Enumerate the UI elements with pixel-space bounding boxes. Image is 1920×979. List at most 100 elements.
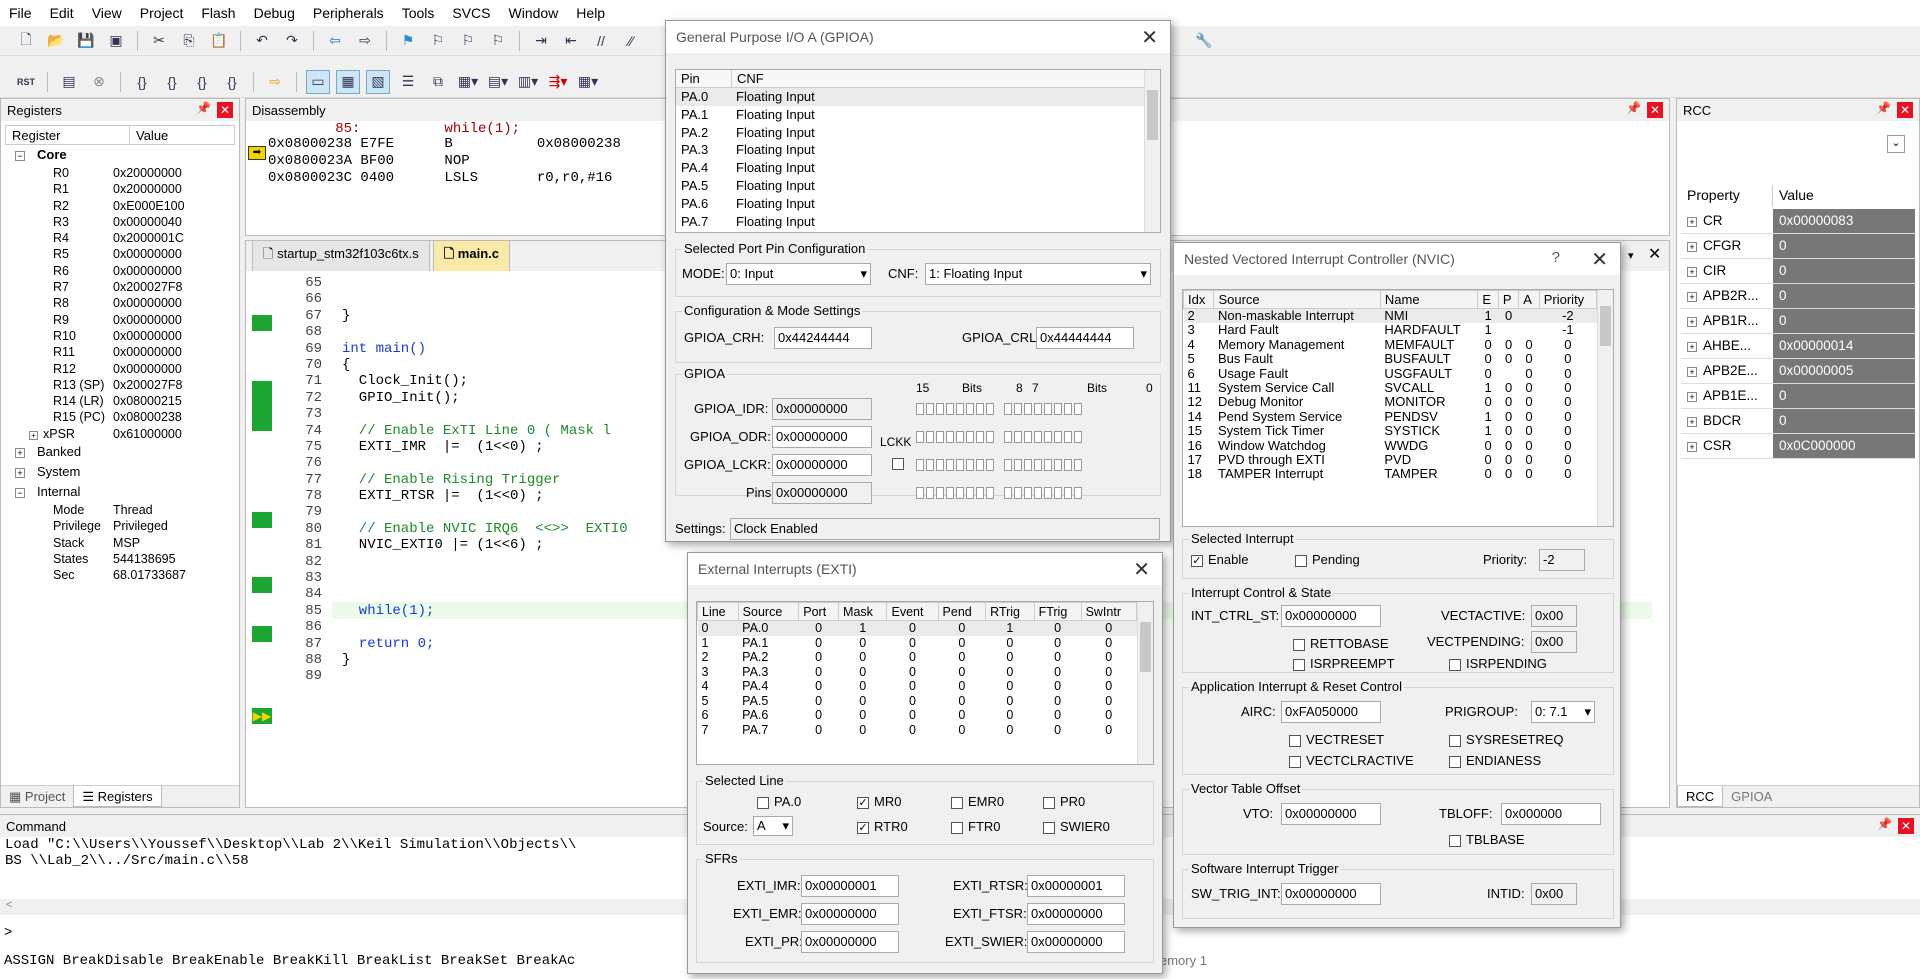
exti-row[interactable]: 5 PA.5 0 0 0 0 0 0 0 [698,694,1137,709]
vectclractive-checkbox[interactable]: VECTCLRACTIVE [1289,753,1414,768]
bookmark-icon[interactable]: ⚑ [396,29,420,53]
indent-icon[interactable]: ⇥ [529,29,553,53]
code-line[interactable]: // Enable Rising Trigger [342,472,1652,488]
settings-wrench-icon[interactable]: 🔧 [1192,29,1216,53]
register-row[interactable]: R12 0x00000000 [7,361,239,377]
register-row[interactable]: R8 0x00000000 [7,295,239,311]
comment-icon[interactable]: // [589,29,613,53]
menu-item[interactable]: Peripherals [304,5,393,21]
gpio-pin-row[interactable]: PA.2 Floating Input [676,124,1160,142]
gpio-pin-row[interactable]: PA.3 Floating Input [676,141,1160,159]
serial-window-icon[interactable]: ▥▾ [516,70,540,94]
close-icon[interactable]: ✕ [1647,102,1663,118]
exti-row[interactable]: 7 PA.7 0 0 0 0 0 0 0 [698,723,1137,738]
code-line[interactable]: int main() [342,341,1652,357]
code-line[interactable] [342,291,1652,307]
expand-icon[interactable]: + [1687,392,1697,402]
new-file-icon[interactable]: 🗋 [14,29,38,53]
gpio-pin-row[interactable]: PA.6 Floating Input [676,195,1160,213]
emr0-checkbox[interactable]: EMR0 [951,794,1004,809]
code-line[interactable]: while(1); [342,603,1652,619]
close-icon[interactable]: ✕ [1898,818,1914,834]
pin-icon[interactable]: 📌 [1876,101,1891,115]
nav-back-icon[interactable]: ⇦ [323,29,347,53]
command-prompt[interactable]: > [4,925,12,941]
show-next-statement-icon[interactable]: ⇨ [263,70,287,94]
expand-icon[interactable]: + [1687,417,1697,427]
expand-icon[interactable]: + [1687,442,1697,452]
reset-icon[interactable]: RST [14,70,38,94]
menu-item[interactable]: Flash [192,5,244,21]
code-line[interactable]: // Enable ExTI Line 0 ( Mask l [342,423,1652,439]
menu-item[interactable]: Help [567,5,614,21]
pr0-checkbox[interactable]: PR0 [1043,794,1085,809]
bookmark-prev-icon[interactable]: ⚐ [426,29,450,53]
gpio-pin-row[interactable]: PA.0 Floating Input [676,88,1160,106]
code-line[interactable] [342,275,1652,291]
paste-icon[interactable]: 📋 [207,29,231,53]
exti-rtsr-field[interactable]: 0x00000001 [1027,875,1125,897]
expand-icon[interactable]: + [1687,267,1697,277]
menu-item[interactable]: Edit [41,5,83,21]
sw-trig-int-field[interactable]: 0x00000000 [1281,883,1381,905]
expand-icon[interactable]: + [1687,342,1697,352]
code-line[interactable] [342,455,1652,471]
rcc-row[interactable]: + BDCR 0 [1681,409,1915,434]
code-line[interactable]: } [342,652,1652,668]
memory-window-icon[interactable]: ▤▾ [486,70,510,94]
register-row[interactable]: R5 0x00000000 [7,246,239,262]
register-row[interactable]: R0 0x20000000 [7,165,239,181]
watch-window-icon[interactable]: ▦▾ [456,70,480,94]
code-line[interactable] [342,406,1652,422]
close-icon[interactable]: ✕ [1591,247,1608,272]
pin-icon[interactable]: 📌 [1626,101,1641,115]
code-line[interactable]: return 0; [342,636,1652,652]
gpio-pin-row[interactable]: PA.4 Floating Input [676,159,1160,177]
sysresetreq-checkbox[interactable]: SYSRESETREQ [1449,732,1564,747]
register-row[interactable]: R11 0x00000000 [7,344,239,360]
code-line[interactable] [342,586,1652,602]
dropdown-icon[interactable]: ▾ [1628,250,1634,262]
rcc-row[interactable]: + CR 0x00000083 [1681,209,1915,234]
col-property[interactable]: Property [1681,185,1773,207]
tab-main-c[interactable]: 🗋 main.c [432,240,510,271]
gpio-pin-scrollbar[interactable] [1144,70,1160,232]
col-value[interactable]: Value [1773,185,1820,207]
unindent-icon[interactable]: ⇤ [559,29,583,53]
code-line[interactable] [342,554,1652,570]
breakpoint-gutter[interactable]: ▶▶ [246,273,276,793]
symbols-window-icon[interactable]: ▧ [366,69,390,94]
tab-gpioa[interactable]: GPIOA [1723,786,1780,807]
run-to-cursor-icon[interactable]: {} [220,70,244,94]
rcc-row[interactable]: + CFGR 0 [1681,234,1915,259]
rcc-row[interactable]: + APB2R... 0 [1681,284,1915,309]
register-row[interactable]: R14 (LR) 0x08000215 [7,393,239,409]
save-icon[interactable]: 💾 [74,29,98,53]
tab-project[interactable]: ▦ Project [1,786,73,807]
exti-row[interactable]: 6 PA.6 0 0 0 0 0 0 0 [698,708,1137,723]
code-line[interactable] [342,324,1652,340]
expand-icon[interactable]: + [1687,367,1697,377]
close-icon[interactable]: ✕ [1648,246,1661,263]
mr0-checkbox[interactable]: ✓ MR0 [857,794,901,809]
close-icon[interactable]: ✕ [1141,25,1158,50]
redo-icon[interactable]: ↷ [280,29,304,53]
menu-item[interactable]: Tools [393,5,444,21]
menu-item[interactable]: Project [131,5,193,21]
rtr0-checkbox[interactable]: ✓ RTR0 [857,819,908,834]
register-row[interactable]: R3 0x00000040 [7,214,239,230]
menu-item[interactable]: Debug [245,5,304,21]
registers-window-icon[interactable]: ☰ [396,70,420,94]
step-over-icon[interactable]: {} [160,70,184,94]
code-line[interactable] [342,504,1652,520]
gpio-pin-row[interactable]: PA.7 Floating Input [676,213,1160,231]
pin-icon[interactable]: 📌 [1877,817,1892,831]
tab-rcc[interactable]: RCC [1677,786,1724,807]
rcc-row[interactable]: + APB1R... 0 [1681,309,1915,334]
code-line[interactable] [342,570,1652,586]
expand-icon[interactable]: + [1687,217,1697,227]
tblbase-checkbox[interactable]: TBLBASE [1449,832,1525,847]
col-cnf[interactable]: CNF [732,70,769,87]
trace-icon[interactable]: ⇶▾ [546,70,570,94]
internal-row[interactable]: Stack MSP [7,535,239,551]
